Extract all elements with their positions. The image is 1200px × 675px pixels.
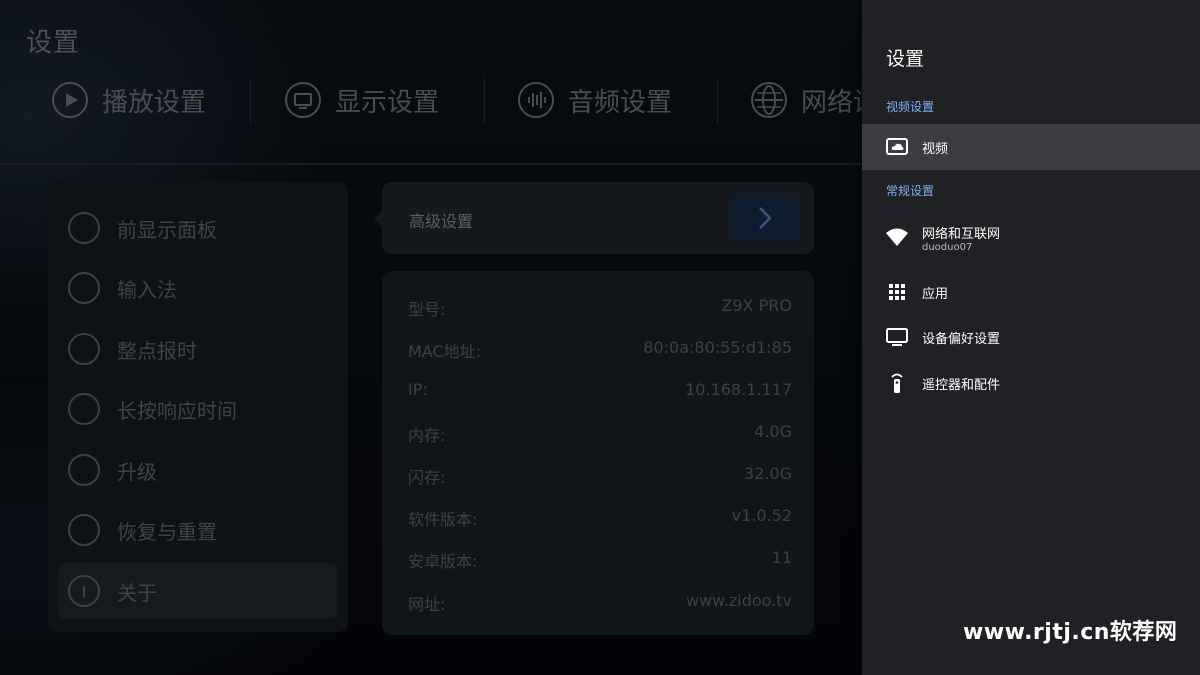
panel-item-label: 遥控器和配件 (922, 378, 1001, 393)
video-cloud-icon (886, 138, 908, 155)
remote-icon (891, 373, 903, 393)
section-label-general: 常规设置 (886, 184, 935, 198)
panel-item-video[interactable]: 视频 (862, 124, 1200, 170)
panel-item-label: 视频 (922, 142, 949, 157)
section-label-video: 视频设置 (886, 100, 935, 114)
panel-item-apps[interactable]: 应用 (862, 269, 1200, 315)
background-dim-overlay (0, 0, 862, 675)
panel-item-subtitle: duoduo07 (922, 242, 973, 253)
panel-item-label: 应用 (922, 287, 949, 302)
tv-icon (886, 328, 908, 346)
panel-item-label: 网络和互联网 (922, 227, 1001, 242)
panel-item-remotes-accessories[interactable]: 遥控器和配件 (862, 360, 1200, 406)
panel-item-device-preferences[interactable]: 设备偏好设置 (862, 314, 1200, 360)
panel-item-label: 设备偏好设置 (922, 332, 1001, 347)
site-watermark: www.rjtj.cn软荐网 (963, 620, 1178, 645)
apps-grid-icon (889, 284, 905, 300)
panel-title: 设置 (886, 48, 925, 70)
panel-item-network[interactable]: 网络和互联网 duoduo07 (862, 214, 1200, 260)
android-tv-settings-panel: 设置 视频设置 视频 常规设置 网络和互联网 duoduo07 应用 设备偏好设… (862, 0, 1200, 675)
wifi-icon (886, 228, 908, 246)
